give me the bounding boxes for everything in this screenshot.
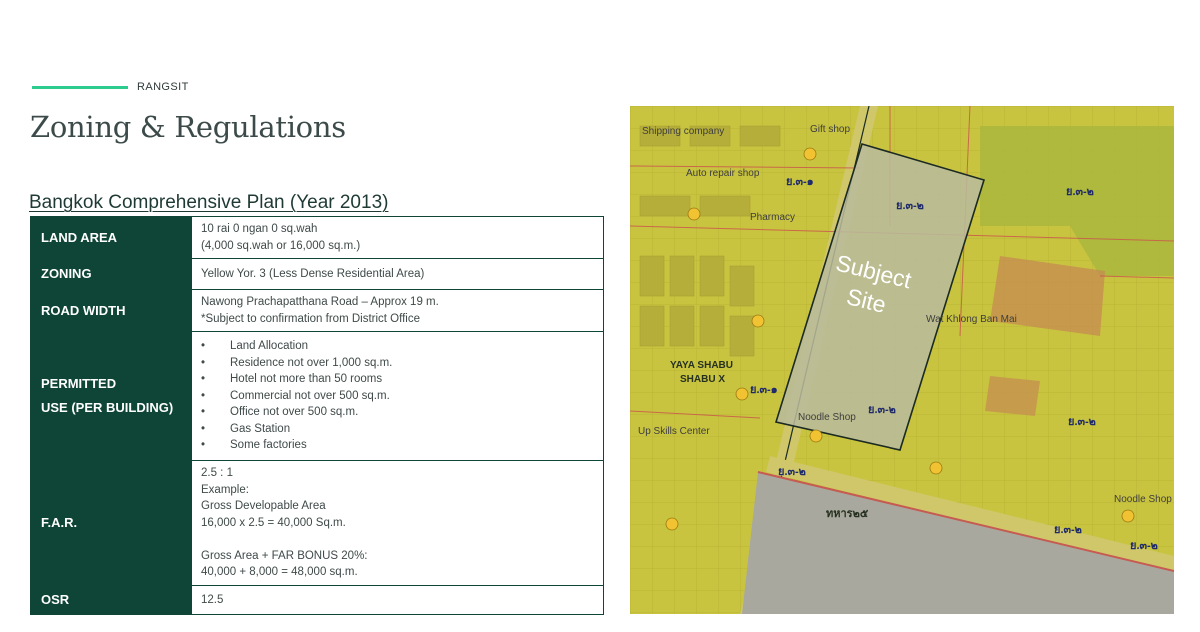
row-value: Yellow Yor. 3 (Less Dense Residential Ar…	[191, 258, 604, 290]
place-label: Up Skills Center	[638, 426, 710, 437]
place-label: Wat Khlong Ban Mai	[926, 314, 1017, 325]
value-spacer	[201, 531, 594, 548]
zone-label: ย.๓-๒	[868, 404, 896, 416]
zone-label: ทหาร๒๕	[826, 508, 869, 520]
row-value: 12.5	[191, 585, 604, 615]
place-label: SHABU X	[680, 374, 726, 385]
place-label: Gift shop	[810, 124, 851, 135]
zone-label: ย.๓-๑	[786, 176, 814, 188]
row-value: Nawong Prachapatthana Road – Approx 19 m…	[191, 289, 604, 332]
zone-label: ย.๓-๒	[1066, 186, 1094, 198]
row-label: ZONING	[30, 258, 192, 290]
list-item: Office not over 500 sq.m.	[201, 404, 594, 421]
section-tag: RANGSIT	[137, 81, 189, 93]
value-line: Gross Developable Area	[201, 500, 326, 513]
place-label: Noodle Shop	[1114, 494, 1172, 505]
place-label: YAYA SHABU	[670, 360, 733, 371]
value-line: *Subject to confirmation from District O…	[201, 312, 420, 325]
value-line: 40,000 + 8,000 = 48,000 sq.m.	[201, 566, 358, 579]
permitted-use-list: Land Allocation Residence not over 1,000…	[201, 338, 594, 454]
row-label: OSR	[30, 585, 192, 615]
table-title: Bangkok Comprehensive Plan (Year 2013)	[29, 192, 389, 213]
table-row-far: F.A.R. 2.5 : 1 Example: Gross Developabl…	[30, 460, 604, 586]
place-label: Pharmacy	[750, 212, 796, 223]
zoning-map[interactable]: Subject Site ย.๓-๑ ย.๓-๒ ย.๓-๒ ย.๓-๑ ย.๓…	[630, 106, 1174, 614]
value-line: Nawong Prachapatthana Road – Approx 19 m…	[201, 296, 439, 308]
temple-building-2	[985, 376, 1040, 416]
table-row-zoning: ZONING Yellow Yor. 3 (Less Dense Residen…	[30, 258, 604, 290]
list-item: Hotel not more than 50 rooms	[201, 371, 594, 388]
list-item: Land Allocation	[201, 338, 594, 355]
place-label: Shipping company	[642, 126, 725, 137]
list-item: Some factories	[201, 437, 594, 454]
table-row-permitted-use: PERMITTED USE (PER BUILDING) Land Alloca…	[30, 331, 604, 461]
zone-label: ย.๓-๒	[1130, 540, 1158, 552]
list-item: Residence not over 1,000 sq.m.	[201, 355, 594, 372]
value-line: (4,000 sq.wah or 16,000 sq.m.)	[201, 239, 361, 252]
place-label: Auto repair shop	[686, 168, 760, 179]
value-line: Gross Area + FAR BONUS 20%:	[201, 549, 368, 562]
row-value: 2.5 : 1 Example: Gross Developable Area …	[191, 460, 604, 586]
zone-label: ย.๓-๒	[1068, 416, 1096, 428]
accent-line	[32, 86, 128, 89]
zoning-table: LAND AREA 10 rai 0 ngan 0 sq.wah (4,000 …	[30, 216, 604, 615]
row-label: ROAD WIDTH	[30, 289, 192, 332]
value-line: 2.5 : 1	[201, 467, 233, 480]
row-value: Land Allocation Residence not over 1,000…	[191, 331, 604, 461]
row-label: LAND AREA	[30, 216, 192, 259]
table-row-osr: OSR 12.5	[30, 585, 604, 615]
row-label-line: PERMITTED	[41, 376, 117, 391]
place-label: Noodle Shop	[798, 412, 856, 423]
table-row-road-width: ROAD WIDTH Nawong Prachapatthana Road – …	[30, 289, 604, 332]
zone-label: ย.๓-๒	[896, 200, 924, 212]
value-line: Yellow Yor. 3 (Less Dense Residential Ar…	[201, 267, 425, 280]
zone-label: ย.๓-๑	[750, 384, 778, 396]
zone-label: ย.๓-๒	[1054, 524, 1082, 536]
zone-label: ย.๓-๒	[778, 466, 806, 478]
value-line: 10 rai 0 ngan 0 sq.wah	[201, 223, 318, 235]
row-label-line: USE (PER BUILDING)	[41, 400, 174, 415]
row-label: F.A.R.	[30, 460, 192, 586]
row-label: PERMITTED USE (PER BUILDING)	[30, 331, 192, 461]
value-line: 16,000 x 2.5 = 40,000 Sq.m.	[201, 516, 346, 529]
table-row-land-area: LAND AREA 10 rai 0 ngan 0 sq.wah (4,000 …	[30, 216, 604, 259]
row-value: 10 rai 0 ngan 0 sq.wah (4,000 sq.wah or …	[191, 216, 604, 259]
list-item: Commercial not over 500 sq.m.	[201, 388, 594, 405]
value-line: 12.5	[201, 593, 224, 606]
page-title: Zoning & Regulations	[30, 110, 346, 144]
list-item: Gas Station	[201, 421, 594, 438]
value-line: Example:	[201, 483, 249, 496]
